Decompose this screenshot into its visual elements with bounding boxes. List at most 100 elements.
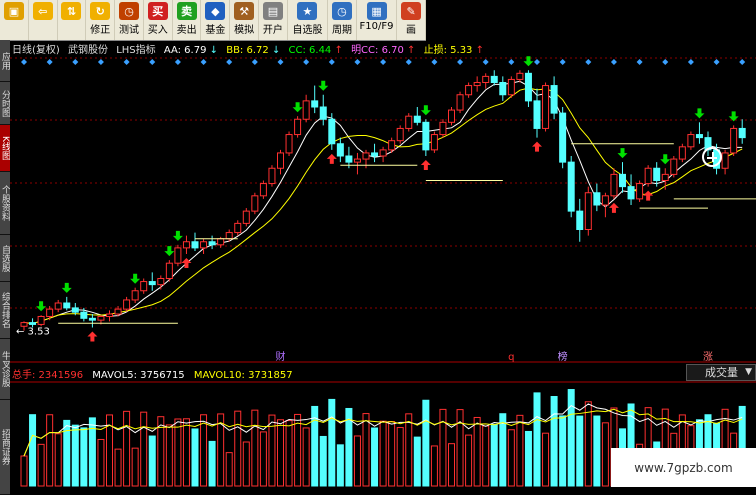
candle-body [268, 167, 276, 185]
tab-timeshare[interactable]: 分时图 [0, 82, 10, 125]
fix-button[interactable]: ↻ 修正 [86, 0, 116, 40]
sell-signal-arrow-icon [326, 153, 337, 164]
open-account-button[interactable]: ▤ 开户 [259, 0, 288, 40]
volume-indicator-label: 成交量 [705, 366, 738, 379]
candle-body [311, 100, 319, 108]
buy-signal-arrow-icon [164, 246, 175, 257]
fix-label: 修正 [90, 25, 111, 36]
volume-bar [234, 410, 242, 487]
volume-bar [336, 444, 344, 487]
volume-bar [174, 418, 182, 487]
candle-body [371, 152, 379, 157]
volume-bar [200, 414, 208, 487]
stop-loss-value: 止损: 5.33 [423, 45, 473, 56]
draw-button[interactable]: ✎ 画 [397, 0, 426, 40]
event-diamond-icon [610, 59, 617, 65]
volume-bar [524, 430, 532, 487]
event-diamond-icon [457, 59, 464, 65]
event-diamond-icon [687, 59, 694, 65]
event-diamond-icon [739, 59, 746, 65]
candle-body [234, 222, 242, 234]
watermark: www.7gpzb.com [611, 448, 756, 487]
volume-bar [405, 413, 413, 487]
sell-button[interactable]: 卖卖出 [173, 0, 202, 40]
volume-bar [550, 396, 558, 487]
buy-signal-arrow-icon [61, 282, 72, 293]
candle-body [388, 140, 396, 151]
candle-body [550, 85, 558, 114]
back-button[interactable]: ⇦ [29, 0, 58, 40]
candle-body [242, 210, 250, 224]
event-diamond-icon [636, 59, 643, 65]
buy-label: 买入 [147, 25, 168, 36]
fund-label: 基金 [205, 25, 226, 36]
tab-general[interactable]: 综合排名 [0, 282, 10, 339]
candle-body [362, 152, 370, 160]
fix-icon: ↻ [90, 2, 111, 20]
marker-cai: 财 [276, 350, 286, 363]
volume-bar [285, 420, 293, 487]
event-diamond-icon [534, 59, 540, 65]
volume-indicator-dropdown[interactable]: 成交量 ▼ [686, 364, 756, 381]
volume-bar [396, 427, 404, 487]
candle-body [200, 241, 208, 249]
mcc-value: 明CC: 6.70 [351, 45, 404, 56]
tab-kline[interactable]: K线图 [0, 125, 10, 172]
up-down-button[interactable]: ⇅ [58, 0, 87, 40]
sell-signal-arrow-icon [420, 160, 431, 170]
candle-body [644, 167, 652, 185]
test-label: 测试 [119, 25, 140, 36]
candle-body [319, 106, 327, 120]
event-diamond-icon [277, 59, 284, 65]
fund-icon: ◆ [205, 2, 226, 20]
period-label: 周期 [331, 25, 352, 36]
candle-body [37, 315, 45, 325]
volume-bar [430, 445, 438, 487]
test-button[interactable]: ◷ 测试 [115, 0, 144, 40]
candle-body [584, 192, 592, 230]
left-sidebar-tabs: 应用 分时图 K线图 个股资料 自选股 综合排名 牛叉诊股 招商证券 [0, 40, 10, 495]
event-diamond-icon [72, 59, 79, 65]
volume-bar [542, 432, 550, 487]
volume-bar [422, 399, 430, 487]
candle-body [336, 143, 344, 157]
event-diamond-icon [200, 59, 207, 65]
sell-signal-arrow-icon [643, 190, 654, 201]
candle-body [294, 118, 302, 136]
fund-button[interactable]: ◆ 基金 [201, 0, 231, 40]
volume-bar [165, 424, 173, 487]
tab-more[interactable]: 招商证券 [0, 400, 10, 495]
candle-body [114, 308, 122, 315]
event-diamond-icon [431, 59, 438, 65]
tab-stock-info[interactable]: 个股资料 [0, 172, 10, 235]
favorites-icon: ★ [297, 2, 318, 20]
volume-bar [576, 415, 584, 487]
candle-body [567, 161, 575, 212]
indicator-name[interactable]: LHS指标 [116, 45, 155, 56]
f10-button[interactable]: ▦ F10/F9 [357, 0, 398, 40]
volume-bar [71, 424, 79, 487]
buy-button[interactable]: 买买入 [144, 0, 173, 40]
volume-bar [482, 425, 490, 487]
simulate-button[interactable]: ⚒ 模拟 [230, 0, 260, 40]
total-volume: 总手: 2341596 [12, 370, 84, 381]
kline-chart[interactable]: ← 3.53 财 q 榜 涨 [10, 56, 756, 487]
chart-period-label[interactable]: 日线(复权) [12, 45, 60, 56]
tab-app[interactable]: 应用 [0, 40, 10, 82]
toolbar: ▣ ⇦ ⇅ ↻ 修正 ◷ 测试买买入卖卖出 ◆ 基金 ⚒ 模拟 ▤ 开户 ★ 自选股 ◷ 周期 ▦ F10/F9 ✎ 画 [0, 0, 426, 41]
period-button[interactable]: ◷ 周期 [328, 0, 357, 40]
candle-body [738, 127, 746, 139]
volume-bar [114, 448, 122, 487]
candle-body [29, 322, 37, 325]
simulate-label: 模拟 [234, 25, 255, 36]
tab-sector[interactable]: 牛叉诊股 [0, 339, 10, 400]
candle-body [636, 183, 644, 200]
sell-icon: 卖 [176, 2, 197, 20]
tab-favorites[interactable]: 自选股 [0, 235, 10, 282]
app-logo-button[interactable]: ▣ [0, 0, 29, 40]
mcc-arrow: ↑ [407, 45, 416, 56]
candle-body [627, 186, 635, 200]
candle-body [422, 121, 430, 151]
favorites-button[interactable]: ★ 自选股 [288, 0, 329, 40]
event-diamond-icon [559, 59, 566, 65]
